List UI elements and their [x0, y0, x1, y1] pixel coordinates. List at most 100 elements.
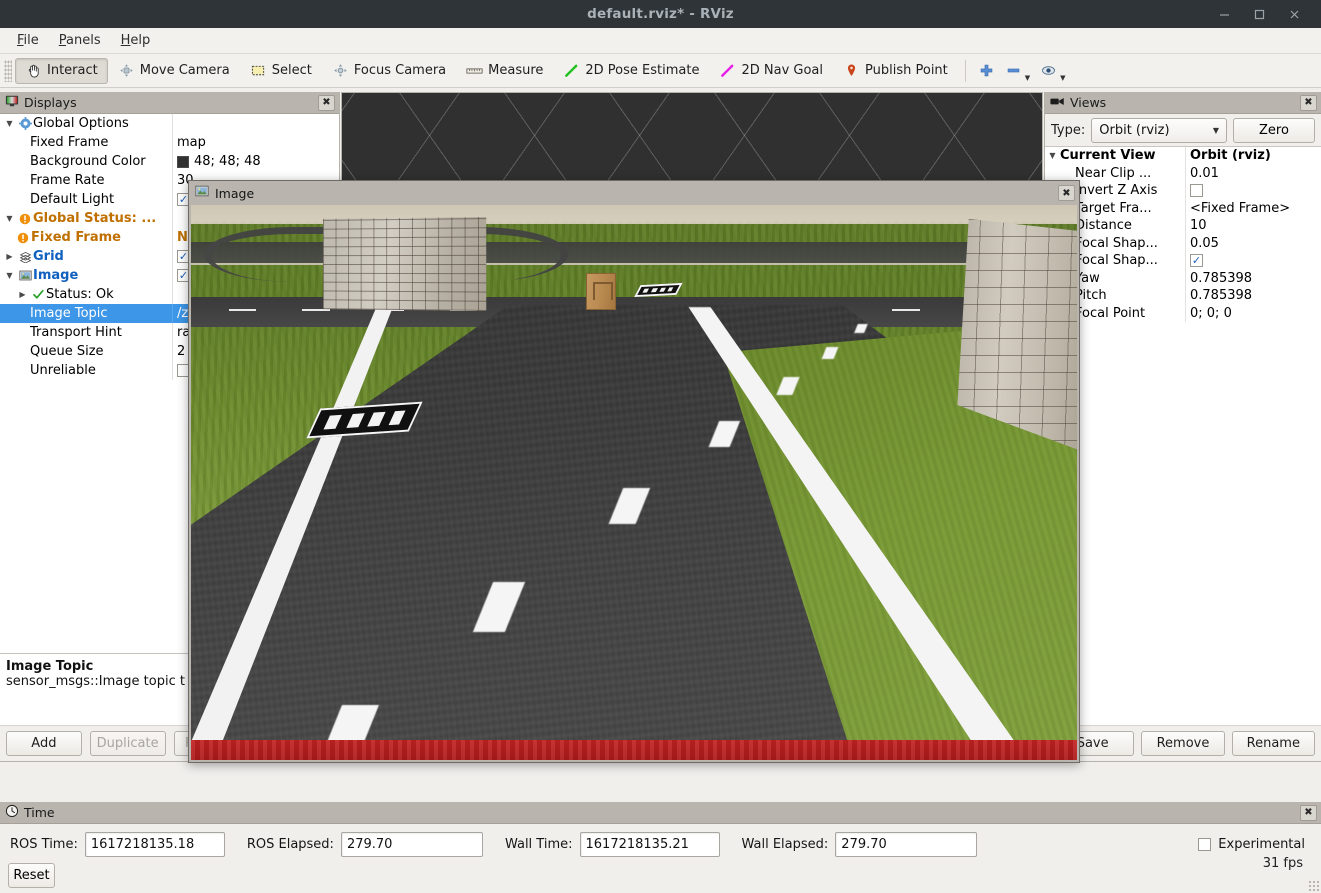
table-row[interactable]: Yaw 0.785398 [1045, 269, 1321, 287]
row-value[interactable]: 0.05 [1185, 234, 1321, 252]
focus-camera-icon [332, 62, 349, 79]
hand-icon [25, 62, 42, 79]
displays-close-button[interactable]: ✖ [318, 94, 335, 111]
row-value[interactable]: 48; 48; 48 [172, 152, 339, 171]
view-type-value: Orbit (rviz) [1099, 122, 1170, 138]
twisty-down-icon[interactable]: ▼ [1045, 151, 1060, 160]
checkbox[interactable]: ✓ [1190, 254, 1203, 268]
maximize-icon[interactable] [1253, 8, 1266, 21]
table-row[interactable]: Fixed Frame map [0, 133, 339, 152]
checkbox[interactable] [1190, 184, 1203, 198]
image-icon [17, 269, 33, 282]
twisty-down-icon[interactable]: ▼ [2, 271, 17, 280]
row-label: Image [33, 268, 79, 283]
clock-icon [5, 804, 19, 821]
wall-elapsed-input[interactable]: 279.70 [835, 832, 978, 857]
scene-stone-wall-left [323, 217, 487, 311]
row-label: Focal Point [1075, 305, 1146, 321]
chevron-down-icon[interactable]: ▼ [1025, 74, 1030, 82]
twisty-down-icon[interactable]: ▼ [2, 119, 17, 128]
remove-view-button[interactable]: Remove [1141, 731, 1225, 756]
row-value[interactable]: 0; 0; 0 [1185, 304, 1321, 322]
menu-help[interactable]: Help [112, 30, 160, 51]
tool-visibility[interactable]: ▼ [1035, 58, 1070, 84]
duplicate-button[interactable]: Duplicate [89, 731, 166, 756]
table-row[interactable]: Near Clip ... 0.01 [1045, 164, 1321, 182]
zero-button[interactable]: Zero [1233, 117, 1315, 143]
row-value-text: 48; 48; 48 [194, 154, 261, 169]
experimental-checkbox[interactable] [1198, 838, 1212, 851]
row-value-text: Orbit (rviz) [1190, 148, 1271, 164]
tool-measure[interactable]: Measure [456, 58, 553, 84]
ros-time-input[interactable]: 1617218135.18 [84, 832, 225, 857]
table-row[interactable]: Focal Point 0; 0; 0 [1045, 304, 1321, 322]
tool-move-camera-label: Move Camera [139, 63, 230, 78]
tool-interact[interactable]: Interact [15, 57, 108, 84]
row-value[interactable] [1185, 182, 1321, 200]
tool-add-panel[interactable] [973, 58, 1000, 84]
views-close-button[interactable]: ✖ [1300, 94, 1317, 111]
time-panel-close-button[interactable]: ✖ [1300, 804, 1317, 821]
table-row[interactable]: Distance 10 [1045, 217, 1321, 235]
table-row[interactable]: ▼ Current View Orbit (rviz) [1045, 147, 1321, 165]
image-window-close-button[interactable]: ✖ [1058, 185, 1075, 201]
view-type-label: Type: [1051, 122, 1086, 138]
time-panel-header: Time ✖ [0, 802, 1321, 824]
row-value[interactable]: <Fixed Frame> [1185, 199, 1321, 217]
row-value[interactable] [172, 114, 339, 133]
rename-view-button[interactable]: Rename [1231, 731, 1315, 756]
row-label: Transport Hint [30, 325, 122, 340]
tool-publish-point[interactable]: Publish Point [833, 58, 958, 84]
row-label: Status: Ok [46, 287, 114, 302]
table-row[interactable]: Background Color 48; 48; 48 [0, 152, 339, 171]
window-resize-grip[interactable] [1308, 880, 1320, 892]
row-value[interactable]: 0.785398 [1185, 269, 1321, 287]
menu-panels[interactable]: Panels [50, 30, 110, 51]
row-value[interactable]: 0.785398 [1185, 287, 1321, 305]
time-fields-row: ROS Time: 1617218135.18 ROS Elapsed: 279… [0, 824, 1321, 857]
tool-measure-label: Measure [488, 63, 544, 78]
gear-icon [17, 117, 33, 130]
magenta-arrow-icon [719, 62, 736, 79]
table-row[interactable]: ▼ Global Options [0, 114, 339, 133]
row-value[interactable]: map [172, 133, 339, 152]
menubar: File Panels Help [0, 28, 1321, 54]
image-canvas[interactable] [191, 205, 1077, 760]
reset-button[interactable]: Reset [8, 863, 55, 888]
wall-time-input[interactable]: 1617218135.21 [579, 832, 720, 857]
toolbar-grip[interactable] [4, 59, 12, 82]
tool-2d-pose-estimate[interactable]: 2D Pose Estimate [553, 58, 709, 84]
close-icon[interactable] [1288, 8, 1301, 21]
row-label: Invert Z Axis [1075, 183, 1158, 199]
row-value[interactable]: 0.01 [1185, 164, 1321, 182]
row-value[interactable]: Orbit (rviz) [1185, 147, 1321, 165]
views-tree[interactable]: ▼ Current View Orbit (rviz) Near Clip ...… [1045, 146, 1321, 725]
minimize-icon[interactable] [1218, 8, 1231, 21]
tool-focus-camera[interactable]: Focus Camera [322, 58, 456, 84]
view-type-select[interactable]: Orbit (rviz) ▼ [1091, 117, 1227, 143]
table-row[interactable]: Focal Shap... ✓ [1045, 252, 1321, 270]
tool-move-camera[interactable]: Move Camera [108, 58, 240, 84]
camera-icon [1050, 95, 1065, 110]
table-row[interactable]: Target Fra... <Fixed Frame> [1045, 199, 1321, 217]
row-label: Fixed Frame [30, 135, 109, 150]
table-row[interactable]: Focal Shap... 0.05 [1045, 234, 1321, 252]
chevron-down-icon-2[interactable]: ▼ [1060, 74, 1065, 82]
twisty-right-icon[interactable]: ▶ [15, 290, 30, 299]
tool-remove-panel[interactable]: ▼ [1000, 58, 1035, 84]
tool-2d-nav-goal[interactable]: 2D Nav Goal [709, 58, 833, 84]
twisty-right-icon[interactable]: ▶ [2, 252, 17, 261]
experimental-toggle[interactable]: Experimental [1198, 837, 1321, 852]
table-row[interactable]: Invert Z Axis [1045, 182, 1321, 200]
tool-select[interactable]: Select [240, 58, 322, 84]
table-row[interactable]: Pitch 0.785398 [1045, 287, 1321, 305]
twisty-down-icon[interactable]: ▼ [2, 214, 17, 223]
ros-elapsed-input[interactable]: 279.70 [340, 832, 483, 857]
image-window-titlebar[interactable]: Image ✖ [189, 181, 1079, 205]
ruler-icon [466, 62, 483, 79]
row-value[interactable]: 10 [1185, 217, 1321, 235]
row-value[interactable]: ✓ [1185, 252, 1321, 270]
add-button[interactable]: Add [6, 731, 82, 756]
image-display-window[interactable]: Image ✖ [188, 180, 1080, 763]
menu-file[interactable]: File [8, 30, 48, 51]
